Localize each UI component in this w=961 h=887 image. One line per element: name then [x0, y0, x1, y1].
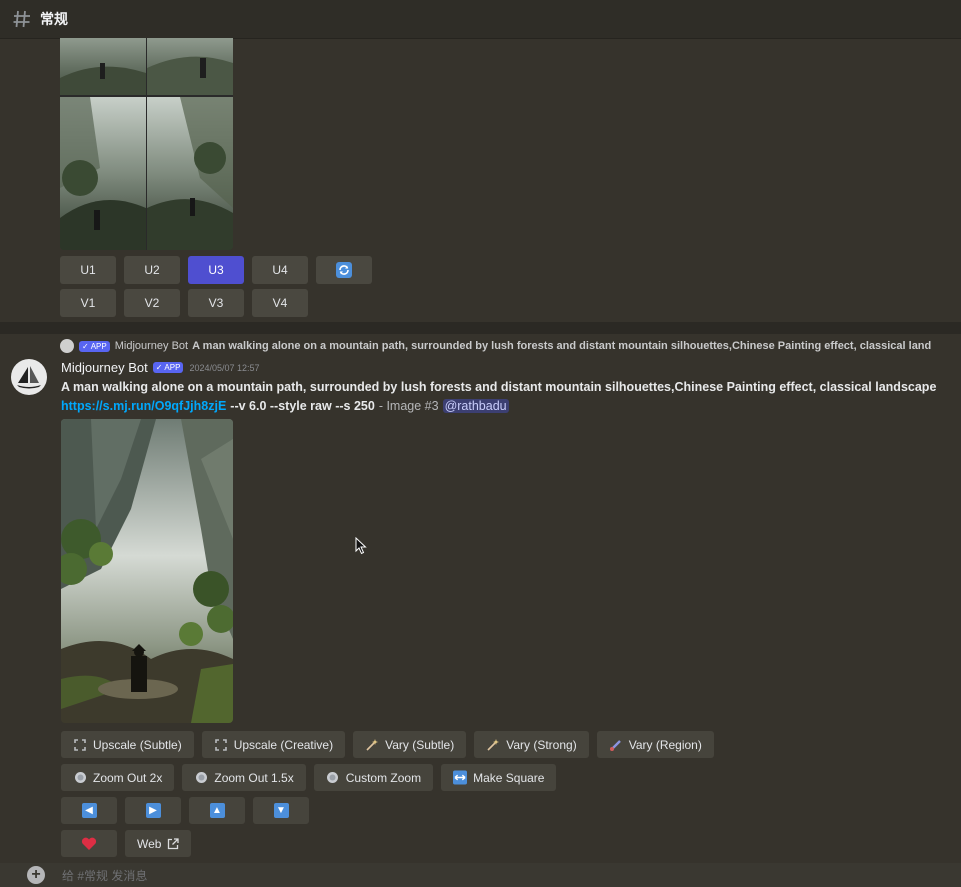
- upscale-creative-button[interactable]: Upscale (Creative): [201, 731, 346, 758]
- message-divider: [0, 322, 961, 334]
- external-link-icon: [168, 837, 180, 849]
- reply-avatar: [60, 339, 74, 353]
- channel-header: 常规: [0, 0, 961, 39]
- midjourney-boat-icon: [17, 366, 41, 389]
- u1-button[interactable]: U1: [60, 256, 116, 284]
- upscale-icon: [73, 738, 87, 752]
- upscale-icon: [214, 738, 228, 752]
- zoom-out-1-5x-button[interactable]: Zoom Out 1.5x: [182, 764, 306, 791]
- make-square-label: Make Square: [473, 770, 545, 785]
- v1-button[interactable]: V1: [60, 289, 116, 317]
- favorite-button[interactable]: [61, 830, 117, 857]
- u2-button[interactable]: U2: [124, 256, 180, 284]
- image-label: - Image #3: [378, 399, 439, 413]
- message-input[interactable]: 给 #常规 发消息: [62, 867, 147, 884]
- pan-left-button[interactable]: ◀: [61, 797, 117, 824]
- reply-reference[interactable]: ✓ APP Midjourney Bot A man walking alone …: [60, 339, 960, 353]
- v4-button[interactable]: V4: [252, 289, 308, 317]
- vary-region-label: Vary (Region): [628, 737, 702, 752]
- timestamp: 2024/05/07 12:57: [189, 362, 260, 373]
- upscale-subtle-label: Upscale (Subtle): [93, 737, 182, 752]
- upscale-vary-row: Upscale (Subtle) Upscale (Creative) Vary…: [61, 731, 714, 758]
- refresh-icon: [336, 262, 352, 278]
- message-header: Midjourney Bot ✓ APP 2024/05/07 12:57: [61, 360, 260, 375]
- upscale-creative-label: Upscale (Creative): [233, 737, 334, 752]
- reply-prompt: A man walking alone on a mountain path, …: [192, 340, 932, 352]
- pan-up-button[interactable]: ▲: [189, 797, 245, 824]
- reply-author[interactable]: Midjourney Bot: [115, 340, 188, 352]
- check-icon: ✓: [155, 363, 163, 372]
- arrows-horizontal-icon: [453, 770, 468, 785]
- reroll-button[interactable]: [316, 256, 372, 284]
- upscale-button-row: U1 U2 U3 U4: [60, 256, 372, 284]
- hash-icon: [13, 10, 30, 28]
- heart-icon: [81, 837, 97, 850]
- avatar[interactable]: [11, 359, 47, 395]
- zoom-icon: [194, 771, 208, 785]
- v3-button[interactable]: V3: [188, 289, 244, 317]
- message-prompt: A man walking alone on a mountain path, …: [61, 380, 937, 394]
- prompt-link[interactable]: https://s.mj.run/O9qfJjh8zjE: [61, 399, 226, 413]
- generated-image[interactable]: [61, 419, 233, 723]
- add-attachment-icon[interactable]: +: [27, 866, 45, 884]
- pan-right-button[interactable]: ▶: [125, 797, 181, 824]
- custom-zoom-label: Custom Zoom: [345, 770, 422, 785]
- arrow-up-icon: ▲: [209, 803, 225, 818]
- check-icon: ✓: [82, 341, 89, 351]
- message-composer: + 给 #常规 发消息: [0, 863, 961, 887]
- custom-zoom-button[interactable]: Custom Zoom: [313, 764, 434, 791]
- vary-strong-button[interactable]: Vary (Strong): [474, 731, 589, 758]
- u3-button[interactable]: U3: [188, 256, 244, 284]
- arrow-right-icon: ▶: [145, 803, 161, 818]
- zoom-out-1-5x-label: Zoom Out 1.5x: [214, 770, 294, 785]
- vary-strong-label: Vary (Strong): [506, 737, 577, 752]
- arrow-left-icon: ◀: [81, 803, 97, 818]
- mouse-cursor-icon: [355, 537, 367, 555]
- zoom-row: Zoom Out 2x Zoom Out 1.5x Custom Zoom Ma…: [61, 764, 557, 791]
- app-badge: ✓ APP: [152, 362, 184, 373]
- sparkle-icon: [365, 738, 379, 752]
- prompt-params: --v 6.0 --style raw --s 250: [230, 399, 375, 413]
- vary-region-button[interactable]: Vary (Region): [596, 731, 714, 758]
- variation-button-row: V1 V2 V3 V4: [60, 289, 308, 317]
- channel-name: 常规: [40, 11, 68, 27]
- v2-button[interactable]: V2: [124, 289, 180, 317]
- user-mention[interactable]: @rathbadu: [442, 399, 509, 413]
- pan-row: ◀ ▶ ▲ ▼: [61, 797, 309, 824]
- zoom-out-2x-label: Zoom Out 2x: [93, 770, 163, 785]
- u4-button[interactable]: U4: [252, 256, 308, 284]
- message-author[interactable]: Midjourney Bot: [61, 360, 148, 375]
- message-meta: https://s.mj.run/O9qfJjh8zjE --v 6.0 --s…: [61, 399, 509, 413]
- extra-row: Web: [61, 830, 192, 857]
- web-link-label: Web: [137, 836, 162, 851]
- make-square-button[interactable]: Make Square: [441, 764, 557, 791]
- vary-subtle-button[interactable]: Vary (Subtle): [353, 731, 467, 758]
- upscale-subtle-button[interactable]: Upscale (Subtle): [61, 731, 194, 758]
- arrow-down-icon: ▼: [273, 803, 289, 818]
- web-link-button[interactable]: Web: [125, 830, 192, 857]
- pan-down-button[interactable]: ▼: [253, 797, 309, 824]
- vary-subtle-label: Vary (Subtle): [385, 737, 455, 752]
- image-grid-thumbnail[interactable]: [60, 38, 233, 250]
- sparkle-icon: [486, 738, 500, 752]
- zoom-icon: [73, 771, 87, 785]
- zoom-icon: [326, 771, 340, 785]
- brush-icon: [609, 738, 623, 752]
- app-badge: ✓ APP: [79, 340, 110, 352]
- zoom-out-2x-button[interactable]: Zoom Out 2x: [61, 764, 175, 791]
